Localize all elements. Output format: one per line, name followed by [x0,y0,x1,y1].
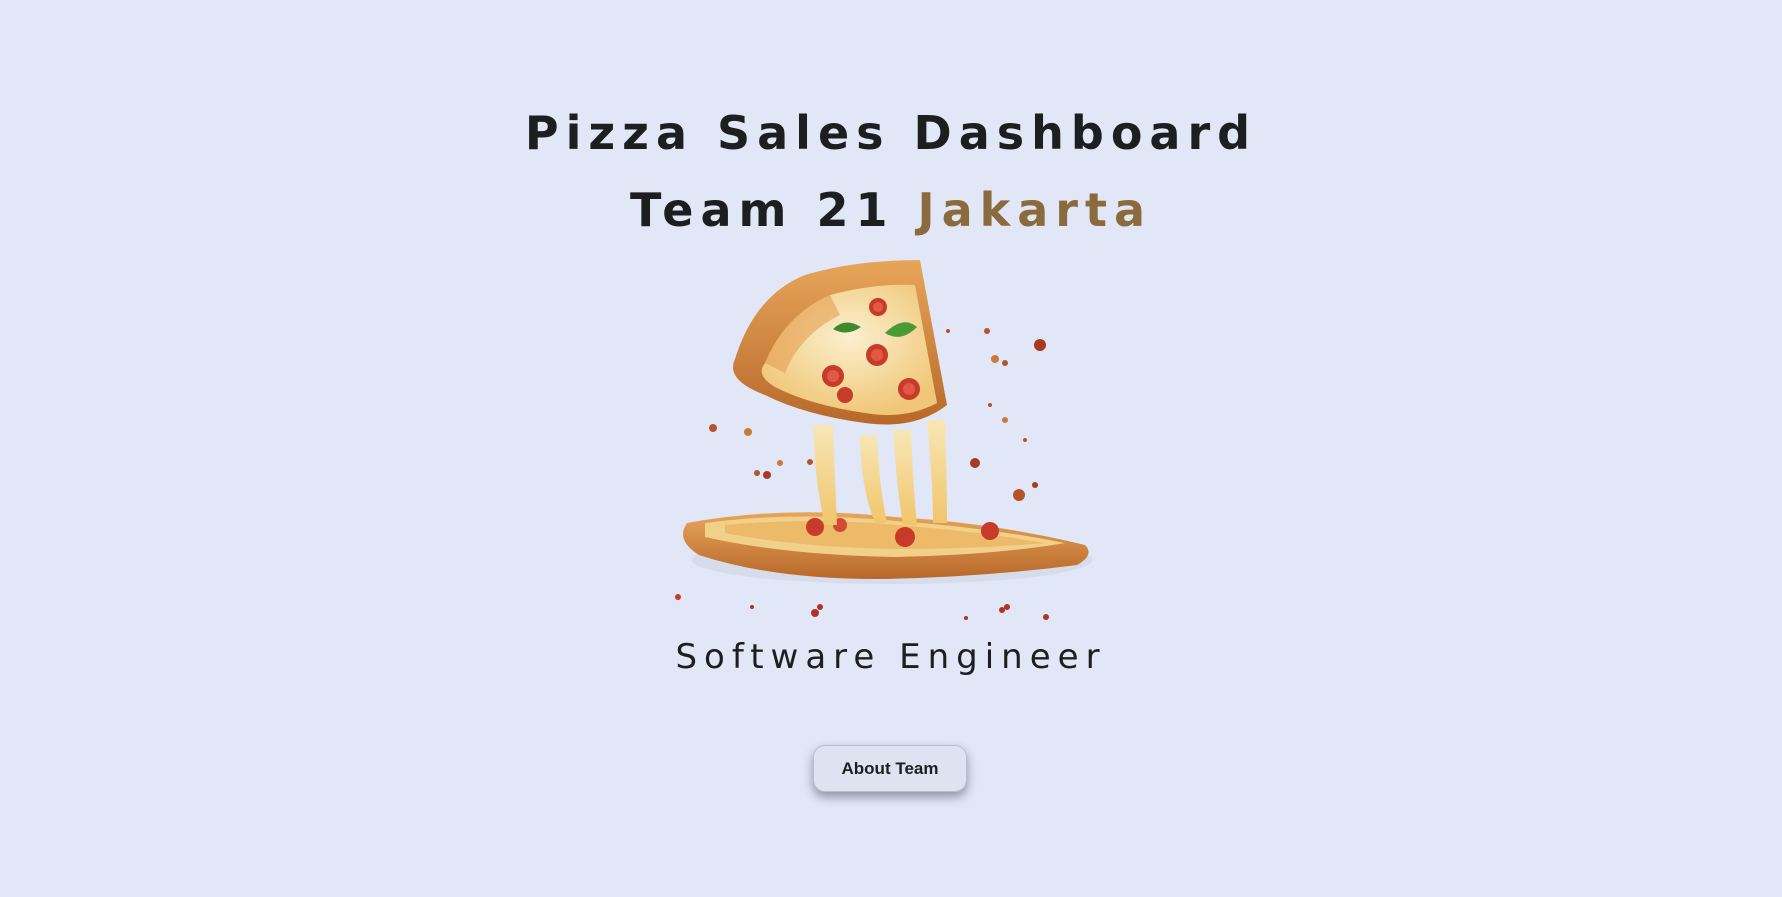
pizza-slice-icon [675,260,1092,620]
pizza-image [665,255,1125,625]
role-subtitle: Software Engineer [675,637,1107,677]
team-label: Team 21 [630,183,918,237]
page-title: Pizza Sales Dashboard [524,106,1258,160]
city-accent: Jakarta [917,183,1152,237]
hero-section: Pizza Sales Dashboard Team 21 Jakarta So… [0,0,1782,897]
team-heading: Team 21 Jakarta [0,187,1782,233]
about-team-button[interactable]: About Team [813,745,967,792]
